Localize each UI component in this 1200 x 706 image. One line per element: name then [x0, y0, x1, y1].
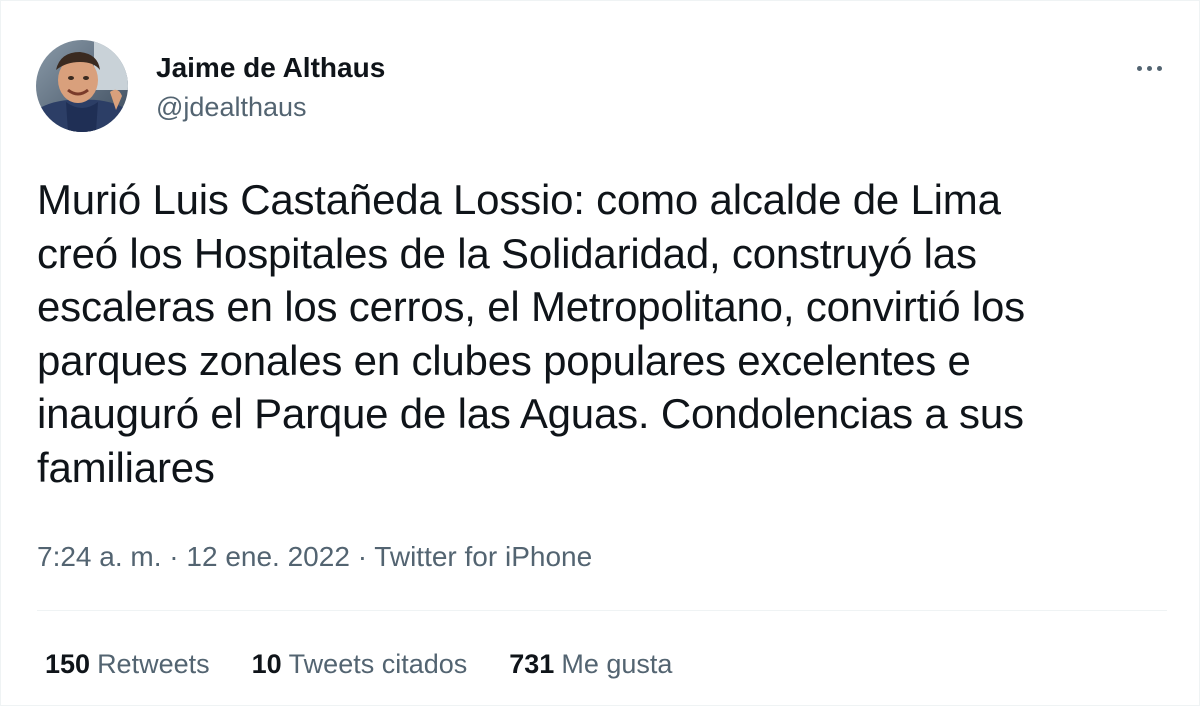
avatar-photo: [36, 40, 128, 132]
meta-separator: ·: [357, 541, 375, 572]
tweet-text-line: parques zonales en clubes populares exce…: [37, 336, 971, 384]
tweet-date[interactable]: 12 ene. 2022: [186, 541, 350, 572]
tweet-text-line: escaleras en los cerros, el Metropolitan…: [37, 283, 1025, 330]
dot: [1136, 65, 1142, 71]
tweet-meta: 7:24 a. m. · 12 ene. 2022 · Twitter for …: [37, 539, 592, 575]
retweets-count: 150: [45, 649, 91, 679]
avatar[interactable]: [36, 40, 128, 132]
dot: [1156, 65, 1162, 71]
quote-tweets-count: 10: [251, 649, 282, 679]
tweet-stats: 150 Retweets 10 Tweets citados 731 Me gusta: [45, 646, 672, 682]
tweet-text: Murió Luis Castañeda Lossio: como alcald…: [37, 173, 1167, 494]
tweet-text-line: familiares: [37, 443, 215, 491]
meta-separator: ·: [169, 541, 187, 572]
likes-label: Me gusta: [561, 649, 673, 679]
tweet-text-line: creó los Hospitales de la Solidaridad, c…: [37, 229, 977, 277]
quote-tweets-label: Tweets citados: [288, 649, 468, 679]
likes-count: 731: [509, 649, 555, 679]
more-horizontal-icon[interactable]: [1129, 53, 1169, 83]
tweet-time[interactable]: 7:24 a. m.: [37, 541, 162, 572]
dot: [1146, 65, 1152, 71]
tweet-source[interactable]: Twitter for iPhone: [374, 541, 592, 572]
tweet-text-line: Murió Luis Castañeda Lossio: como alcald…: [37, 176, 1001, 223]
author-name[interactable]: Jaime de Althaus: [156, 51, 385, 85]
tweet-text-line: inauguró el Parque de las Aguas. Condole…: [37, 390, 1024, 437]
retweets-label: Retweets: [97, 649, 210, 679]
divider: [37, 610, 1167, 611]
author-handle[interactable]: @jdealthaus: [156, 90, 307, 124]
quote-tweets-stat[interactable]: 10 Tweets citados: [252, 646, 468, 682]
tweet-card: Jaime de Althaus @jdealthaus Murió Luis …: [0, 0, 1200, 706]
likes-stat[interactable]: 731 Me gusta: [509, 646, 672, 682]
retweets-stat[interactable]: 150 Retweets: [45, 646, 210, 682]
